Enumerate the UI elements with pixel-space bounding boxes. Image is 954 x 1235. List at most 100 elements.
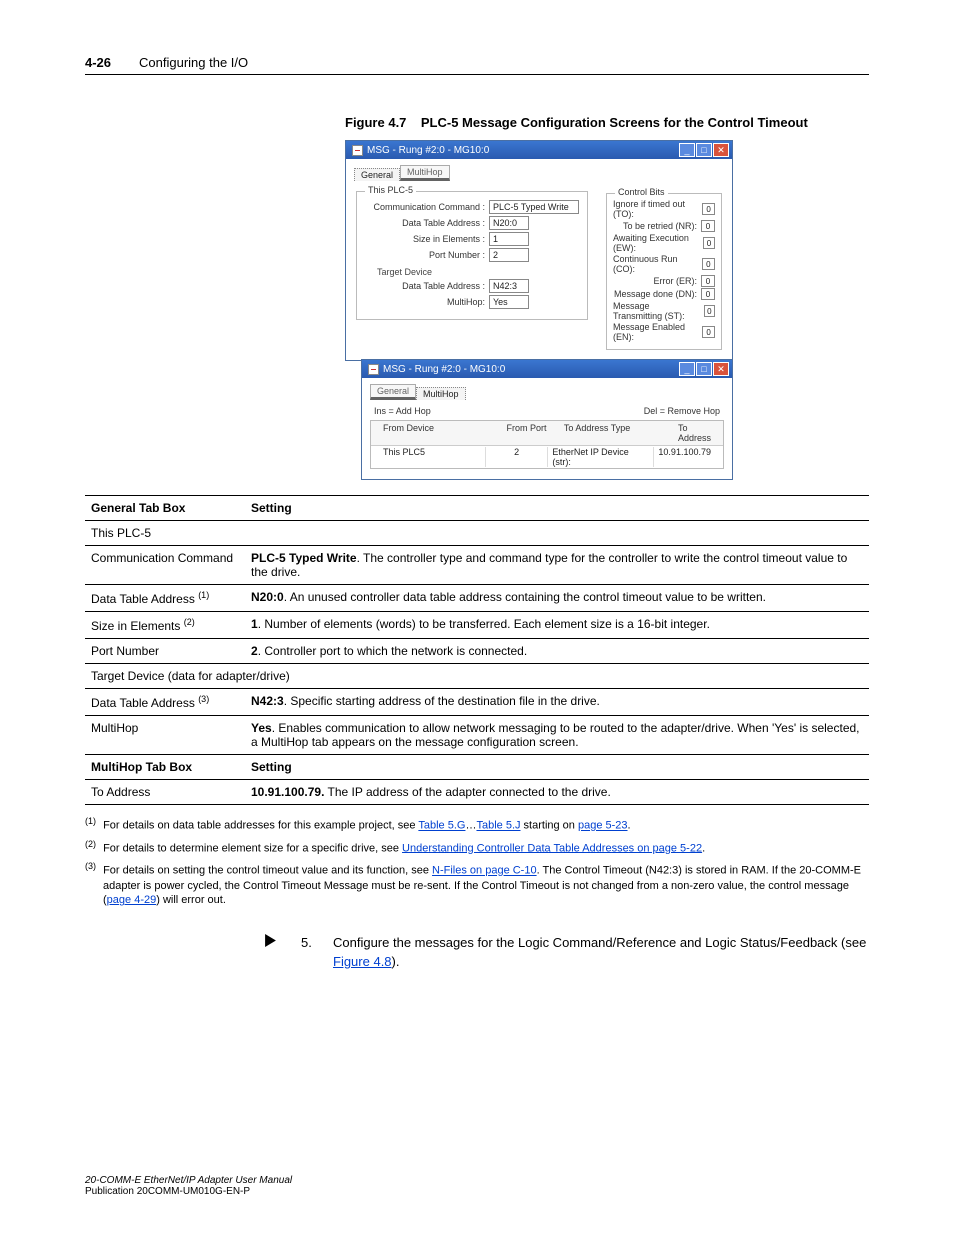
target-dta-label: Data Table Address :	[365, 281, 485, 291]
row-comm-command-label: Communication Command	[85, 546, 245, 585]
bit-label: Error (ER):	[654, 276, 698, 286]
minimize-icon[interactable]: _	[679, 143, 695, 157]
size-elements-field[interactable]: 1	[489, 232, 529, 246]
target-dta-field[interactable]: N42:3	[489, 279, 529, 293]
footnote-1: (1) For details on data table addresses …	[85, 815, 869, 834]
window-title: MSG - Rung #2:0 - MG10:0	[367, 145, 489, 156]
cell-to-addr-type: EtherNet IP Device (str):	[547, 447, 653, 467]
col-to-addr-type: To Address Type	[560, 423, 674, 443]
bit-label: To be retried (NR):	[623, 221, 697, 231]
port-number-field[interactable]: 2	[489, 248, 529, 262]
cell-from-port: 2	[485, 447, 547, 467]
port-number-label: Port Number :	[365, 250, 485, 260]
link-page-5-23[interactable]: page 5-23	[578, 820, 628, 832]
row-multihop-label: MultiHop	[85, 716, 245, 755]
step-5: 5. Configure the messages for the Logic …	[265, 934, 869, 972]
group-title-thisplc: This PLC-5	[365, 185, 416, 195]
bit-value[interactable]: 0	[701, 220, 715, 232]
step-text: Configure the messages for the Logic Com…	[333, 934, 869, 972]
header-general-tab-box: General Tab Box	[85, 496, 245, 521]
maximize-icon[interactable]: □	[696, 143, 712, 157]
bit-label: Message done (DN):	[614, 289, 697, 299]
chapter-title: Configuring the I/O	[139, 55, 248, 70]
control-bits-group: Control Bits Ignore if timed out (TO):0 …	[606, 193, 722, 350]
window-title: MSG - Rung #2:0 - MG10:0	[383, 364, 505, 375]
tab-multihop[interactable]: MultiHop	[400, 165, 450, 181]
comm-command-label: Communication Command :	[365, 202, 485, 212]
close-icon[interactable]: ✕	[713, 362, 729, 376]
row-multihop-setting: Yes. Enables communication to allow netw…	[245, 716, 869, 755]
row-size-elements-label: Size in Elements (2)	[85, 612, 245, 639]
footnote-2: (2) For details to determine element siz…	[85, 838, 869, 857]
row-port-number-setting: 2. Controller port to which the network …	[245, 639, 869, 664]
link-page-4-29[interactable]: page 4-29	[107, 894, 157, 906]
bit-label: Ignore if timed out (TO):	[613, 199, 698, 219]
row-data-table-addr-setting: N20:0. An unused controller data table a…	[245, 585, 869, 612]
bit-label: Message Transmitting (ST):	[613, 301, 700, 321]
footnotes: (1) For details on data table addresses …	[85, 815, 869, 908]
del-remove-hop-label: Del = Remove Hop	[644, 406, 720, 416]
bit-value[interactable]: 0	[701, 288, 715, 300]
page-number: 4-26	[85, 55, 111, 70]
row-this-plc5: This PLC-5	[85, 521, 869, 546]
link-figure-4-8[interactable]: Figure 4.8	[333, 954, 392, 969]
tab-general[interactable]: General	[354, 168, 400, 181]
data-table-addr-field[interactable]: N20:0	[489, 216, 529, 230]
msg-config-multihop-window: MSG - Rung #2:0 - MG10:0 _ □ ✕ General M…	[361, 359, 733, 480]
footnote-3: (3) For details on setting the control t…	[85, 860, 869, 908]
row-comm-command-setting: PLC-5 Typed Write. The controller type a…	[245, 546, 869, 585]
bit-value[interactable]: 0	[702, 203, 715, 215]
link-nfiles[interactable]: N-Files on page C-10	[432, 865, 537, 877]
play-triangle-icon	[265, 934, 289, 972]
bit-value[interactable]: 0	[704, 305, 715, 317]
row-port-number-label: Port Number	[85, 639, 245, 664]
title-bar: MSG - Rung #2:0 - MG10:0 _ □ ✕	[346, 141, 732, 159]
close-icon[interactable]: ✕	[713, 143, 729, 157]
this-plc5-group: This PLC-5 Communication Command : PLC-5…	[356, 191, 588, 320]
bit-value[interactable]: 0	[702, 258, 715, 270]
settings-table: General Tab Box Setting This PLC-5 Commu…	[85, 495, 869, 805]
rung-icon	[368, 364, 379, 375]
bit-value[interactable]: 0	[703, 237, 715, 249]
link-table-5g[interactable]: Table 5.G	[418, 820, 465, 832]
ins-add-hop-label: Ins = Add Hop	[374, 406, 431, 416]
header-setting: Setting	[245, 496, 869, 521]
link-understanding-addresses[interactable]: Understanding Controller Data Table Addr…	[402, 842, 702, 854]
row-target-dta-setting: N42:3. Specific starting address of the …	[245, 689, 869, 716]
header-multihop-tab-box: MultiHop Tab Box	[85, 755, 245, 780]
row-data-table-addr-label: Data Table Address (1)	[85, 585, 245, 612]
col-to-address: To Address	[674, 423, 715, 443]
row-to-address-setting: 10.91.100.79. The IP address of the adap…	[245, 780, 869, 805]
cell-from-device: This PLC5	[379, 447, 485, 467]
link-table-5j[interactable]: Table 5.J	[476, 820, 520, 832]
maximize-icon[interactable]: □	[696, 362, 712, 376]
row-target-device: Target Device (data for adapter/drive)	[85, 664, 869, 689]
figure-caption: Figure 4.7 PLC-5 Message Configuration S…	[345, 115, 869, 130]
data-table-addr-label: Data Table Address :	[365, 218, 485, 228]
tab-general[interactable]: General	[370, 384, 416, 400]
multihop-field[interactable]: Yes	[489, 295, 529, 309]
control-bits-title: Control Bits	[615, 187, 668, 197]
bit-value[interactable]: 0	[702, 326, 715, 338]
page-header: 4-26 Configuring the I/O	[85, 55, 869, 75]
header-setting-2: Setting	[245, 755, 869, 780]
comm-command-field[interactable]: PLC-5 Typed Write	[489, 200, 579, 214]
minimize-icon[interactable]: _	[679, 362, 695, 376]
col-from-device: From Device	[379, 423, 493, 443]
msg-config-general-window: MSG - Rung #2:0 - MG10:0 _ □ ✕ General M…	[345, 140, 733, 361]
bit-label: Awaiting Execution (EW):	[613, 233, 699, 253]
tab-multihop[interactable]: MultiHop	[416, 387, 466, 400]
bit-value[interactable]: 0	[701, 275, 715, 287]
size-elements-label: Size in Elements :	[365, 234, 485, 244]
row-size-elements-setting: 1. Number of elements (words) to be tran…	[245, 612, 869, 639]
step-number: 5.	[301, 934, 321, 972]
title-bar: MSG - Rung #2:0 - MG10:0 _ □ ✕	[362, 360, 732, 378]
col-from-port: From Port	[493, 423, 560, 443]
rung-icon	[352, 145, 363, 156]
row-target-dta-label: Data Table Address (3)	[85, 689, 245, 716]
bit-label: Message Enabled (EN):	[613, 322, 698, 342]
multihop-table: From Device From Port To Address Type To…	[370, 420, 724, 469]
table-row[interactable]: This PLC5 2 EtherNet IP Device (str): 10…	[371, 446, 723, 468]
bit-label: Continuous Run (CO):	[613, 254, 698, 274]
multihop-label: MultiHop:	[365, 297, 485, 307]
